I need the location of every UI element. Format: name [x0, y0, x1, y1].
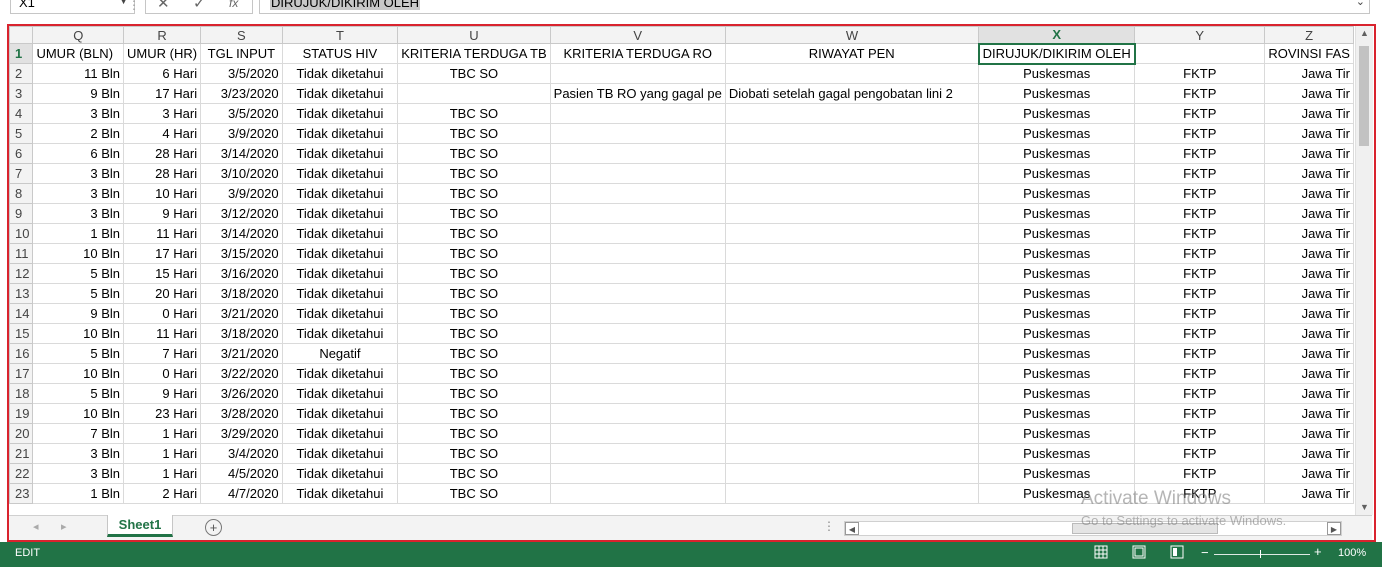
normal-view-icon[interactable]: [1094, 545, 1108, 559]
formula-buttons: ✕ ✓ fx: [145, 0, 253, 14]
cancel-icon[interactable]: ✕: [157, 0, 170, 12]
zoom-out-button[interactable]: −: [1201, 545, 1209, 560]
expand-formula-icon[interactable]: ⌄: [1356, 0, 1365, 8]
page-break-view-icon[interactable]: [1170, 545, 1184, 559]
status-bar: EDIT − + 100%: [0, 542, 1382, 567]
activation-watermark-subtitle: Go to Settings to activate Windows.: [1081, 513, 1287, 528]
name-box[interactable]: X1 ▼: [10, 0, 135, 14]
page-layout-view-icon[interactable]: [1132, 545, 1146, 559]
zoom-in-button[interactable]: +: [1314, 544, 1322, 559]
insert-function-icon[interactable]: fx: [229, 0, 238, 10]
enter-icon[interactable]: ✓: [193, 0, 206, 12]
formula-value: DIRUJUK/DIKIRIM OLEH: [270, 0, 421, 10]
zoom-slider[interactable]: [1214, 554, 1310, 555]
mode-indicator: EDIT: [15, 547, 41, 559]
chevron-down-icon[interactable]: ▼: [119, 0, 128, 6]
more-options-icon: ⋮: [128, 0, 140, 12]
activation-watermark-title: Activate Windows: [1081, 488, 1231, 509]
zoom-level[interactable]: 100%: [1338, 547, 1366, 559]
highlight-frame: [7, 24, 1376, 542]
name-box-value: X1: [19, 0, 35, 10]
formula-bar: X1 ▼ ⋮ ✕ ✓ fx DIRUJUK/DIKIRIM OLEH ⌄: [0, 0, 1382, 16]
zoom-slider-thumb[interactable]: [1260, 550, 1261, 558]
formula-input[interactable]: DIRUJUK/DIKIRIM OLEH ⌄: [259, 0, 1370, 14]
